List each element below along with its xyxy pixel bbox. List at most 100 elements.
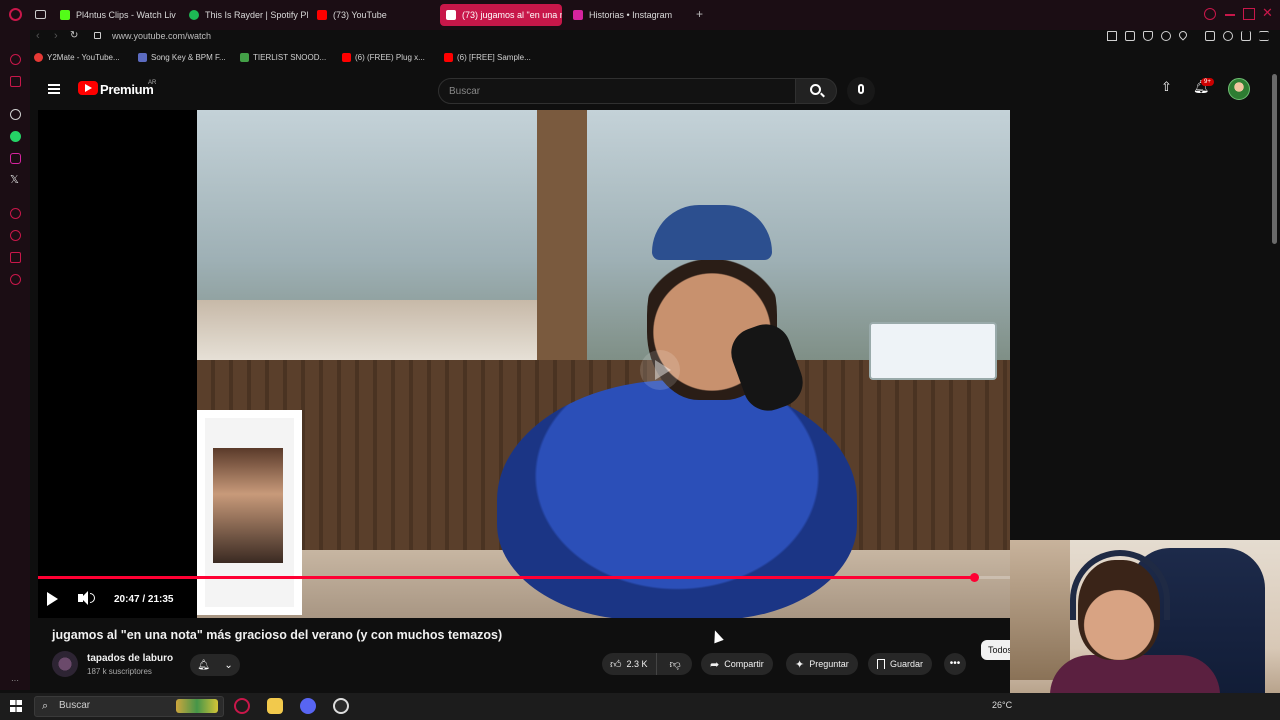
chevron-down-icon: ⌄ bbox=[224, 659, 233, 671]
scene-window-mullion bbox=[537, 110, 587, 360]
tab-label: This Is Rayder | Spotify Pl bbox=[205, 10, 309, 20]
file-explorer-icon[interactable] bbox=[267, 698, 283, 714]
heart-icon[interactable] bbox=[1177, 29, 1189, 41]
vpn-shield-icon[interactable] bbox=[1143, 31, 1153, 41]
save-label: Guardar bbox=[890, 659, 924, 669]
favorites-icon[interactable] bbox=[10, 208, 21, 219]
youtube-header: Premium AR ⇧ 🔔︎ 9+ bbox=[30, 70, 1280, 110]
bell-icon: 🔔︎ bbox=[197, 659, 210, 671]
more-actions-icon[interactable]: ••• bbox=[944, 653, 966, 675]
tab-youtube-home[interactable]: (73) YouTube bbox=[311, 4, 431, 26]
back-icon[interactable]: ‹ bbox=[36, 30, 40, 42]
share-label: Compartir bbox=[724, 659, 764, 669]
channel-avatar[interactable] bbox=[52, 651, 78, 677]
microphone-icon bbox=[858, 84, 864, 94]
dislike-button[interactable]: 👎︎ bbox=[662, 658, 689, 671]
aria-icon[interactable] bbox=[10, 54, 21, 65]
progress-bar[interactable] bbox=[38, 573, 1010, 582]
sidebar-more-icon[interactable]: ··· bbox=[11, 676, 19, 685]
save-button[interactable]: Guardar bbox=[868, 653, 933, 675]
share-button[interactable]: ➦ Compartir bbox=[701, 653, 773, 675]
center-play-overlay[interactable] bbox=[640, 350, 680, 390]
bookmark-y2mate[interactable]: Y2Mate - YouTube... bbox=[34, 53, 120, 62]
download-icon[interactable] bbox=[1241, 31, 1251, 41]
opera-gx-taskbar-icon[interactable] bbox=[234, 698, 250, 714]
youtube-icon bbox=[446, 10, 456, 20]
sparkle-icon: ✦ bbox=[795, 658, 805, 671]
player-icon[interactable] bbox=[1161, 31, 1171, 41]
tab-instagram[interactable]: Historias • Instagram bbox=[567, 4, 689, 26]
progress-played bbox=[38, 576, 975, 579]
tab-spotify[interactable]: This Is Rayder | Spotify Pl bbox=[183, 4, 309, 26]
bookmark-label: Song Key & BPM F... bbox=[151, 53, 226, 62]
youtube-icon bbox=[342, 53, 351, 62]
weather-temperature[interactable]: 26°C bbox=[992, 700, 1012, 710]
play-icon[interactable] bbox=[46, 592, 58, 606]
bookmark-label: Y2Mate - YouTube... bbox=[47, 53, 120, 62]
whatsapp-icon[interactable] bbox=[10, 131, 21, 142]
search-button[interactable] bbox=[795, 78, 837, 104]
downloads-icon[interactable] bbox=[10, 252, 21, 263]
search-input[interactable] bbox=[438, 78, 796, 104]
mouse-cursor-icon bbox=[710, 628, 724, 644]
snapshot-icon[interactable] bbox=[1125, 31, 1135, 41]
bookmark-plug[interactable]: (6) (FREE) Plug x... bbox=[342, 53, 425, 62]
close-window-button[interactable]: ✕ bbox=[1262, 6, 1273, 19]
search-icon: ⌕ bbox=[42, 700, 49, 712]
ask-button[interactable]: ✦ Preguntar bbox=[786, 653, 858, 675]
browser-sidebar: 𝕏 ··· bbox=[0, 30, 30, 690]
settings-icon[interactable] bbox=[10, 274, 21, 285]
tab-kick[interactable]: Pl4ntus Clips - Watch Live bbox=[54, 4, 176, 26]
discord-icon[interactable] bbox=[300, 698, 316, 714]
hamburger-menu-icon[interactable] bbox=[48, 84, 60, 94]
url-field[interactable]: www.youtube.com/watch bbox=[112, 31, 211, 41]
account-avatar[interactable] bbox=[1228, 78, 1250, 100]
crypto-wallet-icon[interactable] bbox=[10, 76, 21, 87]
youtube-brand-label[interactable]: Premium bbox=[100, 82, 154, 97]
history-icon[interactable] bbox=[10, 230, 21, 241]
minimize-button[interactable] bbox=[1225, 14, 1235, 16]
youtube-logo-icon[interactable] bbox=[78, 81, 98, 95]
scene-license-plate bbox=[869, 322, 997, 380]
obs-icon[interactable] bbox=[333, 698, 349, 714]
channel-name[interactable]: tapados de laburo bbox=[87, 653, 173, 664]
sheets-icon bbox=[240, 53, 249, 62]
instagram-icon[interactable] bbox=[10, 153, 21, 164]
page-scrollbar[interactable] bbox=[1272, 74, 1277, 244]
progress-scrubber[interactable] bbox=[970, 573, 980, 582]
upload-icon[interactable]: ⇧ bbox=[1161, 80, 1172, 93]
subscribed-notifications-button[interactable]: 🔔︎ ⌄ bbox=[190, 654, 240, 676]
easy-setup-icon[interactable] bbox=[1259, 31, 1269, 41]
like-button[interactable]: 👍︎ 2.3 K bbox=[602, 653, 657, 675]
scene-beach bbox=[197, 300, 537, 360]
forward-icon[interactable]: › bbox=[54, 30, 58, 42]
video-player[interactable]: 20:47 / 21:35 bbox=[38, 110, 1010, 618]
reload-icon[interactable]: ↻ bbox=[70, 30, 78, 41]
new-tab-button[interactable]: + bbox=[696, 8, 703, 20]
video-title: jugamos al "en una nota" más gracioso de… bbox=[52, 628, 503, 642]
search-tabs-icon[interactable] bbox=[1204, 8, 1216, 20]
bookmark-icon[interactable] bbox=[1107, 31, 1117, 41]
bookmark-song-key[interactable]: Song Key & BPM F... bbox=[138, 53, 226, 62]
thumbs-down-icon: 👎︎ bbox=[669, 658, 681, 671]
windows-start-icon[interactable] bbox=[10, 700, 22, 712]
scene-host-body bbox=[497, 380, 857, 618]
bookmark-sample[interactable]: (6) [FREE] Sample... bbox=[444, 53, 531, 62]
workspaces-icon[interactable] bbox=[35, 10, 46, 19]
opera-logo-icon[interactable] bbox=[9, 8, 22, 21]
voice-search-button[interactable] bbox=[847, 77, 875, 105]
y2mate-icon bbox=[34, 53, 43, 62]
notification-count-badge: 9+ bbox=[1201, 78, 1214, 86]
maximize-button[interactable] bbox=[1243, 8, 1255, 20]
profile-icon[interactable] bbox=[1223, 31, 1233, 41]
lock-icon bbox=[94, 32, 101, 39]
browser-tab-bar: Pl4ntus Clips - Watch Live This Is Rayde… bbox=[0, 0, 1280, 30]
bookmark-tierlist[interactable]: TIERLIST SNOOD... bbox=[240, 53, 326, 62]
chatgpt-icon[interactable] bbox=[10, 109, 21, 120]
tab-youtube-video[interactable]: (73) jugamos al "en una n bbox=[440, 4, 562, 26]
extensions-icon[interactable] bbox=[1205, 31, 1215, 41]
video-frame[interactable] bbox=[197, 110, 1010, 618]
windows-taskbar: ⌕ Buscar 26°C bbox=[0, 693, 1280, 720]
x-twitter-icon[interactable]: 𝕏 bbox=[10, 173, 19, 186]
music-note-icon bbox=[138, 53, 147, 62]
